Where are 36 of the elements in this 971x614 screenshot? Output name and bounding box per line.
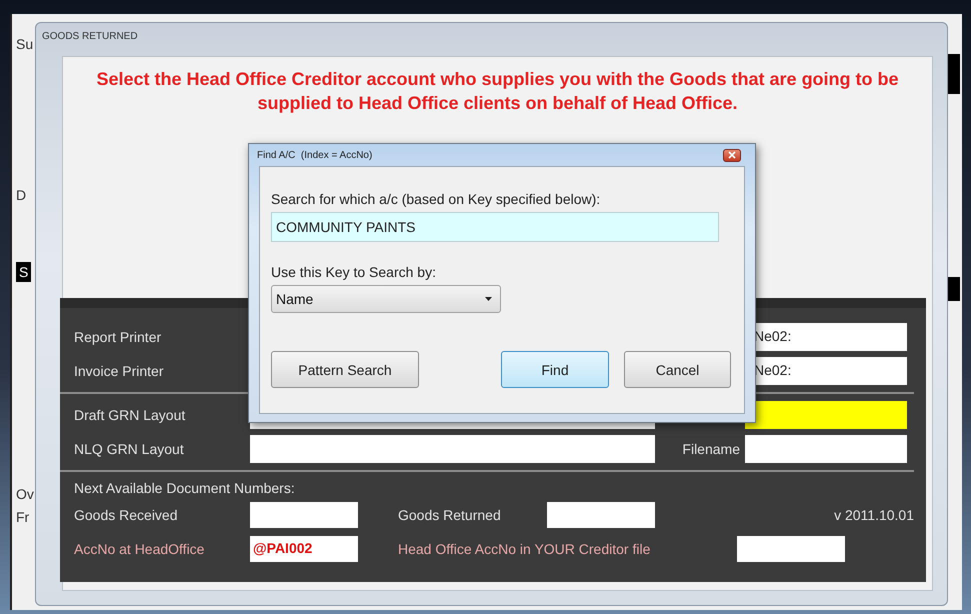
dialog-button[interactable]: Cancel xyxy=(624,351,731,388)
key-label: Use this Key to Search by: xyxy=(271,264,436,280)
search-field[interactable]: COMMUNITY PAINTS xyxy=(271,212,719,242)
filename-field[interactable] xyxy=(745,401,907,429)
field-label: Head Office AccNo in YOUR Creditor file xyxy=(398,541,652,557)
cut-label: S xyxy=(16,262,32,282)
search-label: Search for which a/c (based on Key specified below): xyxy=(271,191,600,207)
dropdown-arrow-icon xyxy=(485,297,492,301)
printer-label: Report Printer xyxy=(73,329,162,345)
dialog-button[interactable]: Find xyxy=(501,351,609,388)
dialog-button[interactable]: Pattern Search xyxy=(271,351,419,388)
version-text: v 2011.10.01 xyxy=(834,507,914,523)
layout-label: NLQ GRN Layout xyxy=(73,441,185,457)
cut-label: Fr xyxy=(16,509,30,525)
creditor-accno-field[interactable] xyxy=(737,536,845,562)
cut-label: Su xyxy=(16,36,34,52)
printer-label: Invoice Printer xyxy=(73,363,164,379)
section-heading: Next Available Document Numbers: xyxy=(73,479,296,498)
dialog-title: Find A/C (Index = AccNo) xyxy=(257,150,372,160)
goods-returned-field[interactable] xyxy=(547,502,655,528)
filename-field[interactable] xyxy=(745,435,907,463)
window-title: GOODS RETURNED xyxy=(41,30,139,44)
cut-label: D xyxy=(16,187,26,203)
instruction-text: Select the Head Office Creditor account who supplies you with the Goods that are going to be supplied to Head Office clients on behalf of Head Office. xyxy=(95,68,900,115)
field-label: Goods Received xyxy=(73,507,179,523)
accno-field[interactable]: @PAI002 xyxy=(250,536,358,562)
layout-field[interactable] xyxy=(250,435,655,463)
cut-label: Ov xyxy=(16,486,34,502)
close-icon xyxy=(727,151,737,159)
goods-received-field[interactable] xyxy=(250,502,358,528)
close-button[interactable] xyxy=(723,148,741,162)
filename-label: Filename xyxy=(681,441,741,457)
layout-label: Draft GRN Layout xyxy=(73,407,186,423)
key-dropdown[interactable]: Name xyxy=(271,285,501,313)
field-label: AccNo at HeadOffice xyxy=(73,541,206,557)
field-label: Goods Returned xyxy=(398,507,502,523)
